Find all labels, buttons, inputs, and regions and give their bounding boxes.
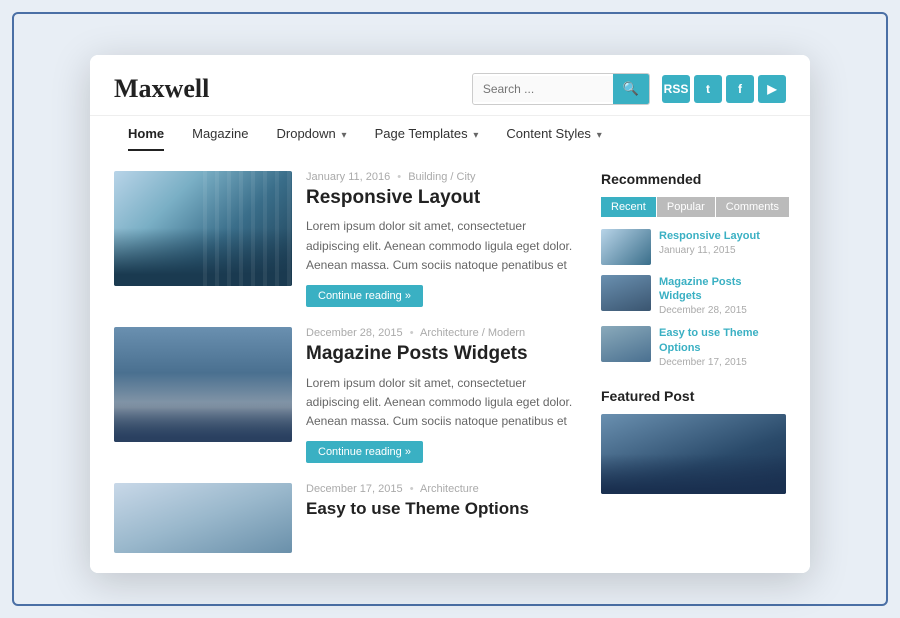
- search-input[interactable]: [473, 76, 613, 102]
- post-title-3: Easy to use Theme Options: [306, 499, 577, 519]
- meta-bullet-2: •: [410, 327, 414, 339]
- read-more-button-1[interactable]: Continue reading »: [306, 285, 423, 307]
- main-content: January 11, 2016 • Building / City Respo…: [90, 151, 810, 574]
- rec-title-1[interactable]: Responsive Layout: [659, 229, 760, 243]
- page-templates-arrow: ▾: [471, 130, 479, 141]
- rec-title-3[interactable]: Easy to use Theme Options: [659, 326, 786, 355]
- rec-thumb-1: [601, 229, 651, 265]
- posts-area: January 11, 2016 • Building / City Respo…: [114, 171, 601, 554]
- featured-section: Featured Post: [601, 388, 786, 494]
- post-card: January 11, 2016 • Building / City Respo…: [114, 171, 577, 307]
- read-more-button-2[interactable]: Continue reading »: [306, 441, 423, 463]
- post-info-1: January 11, 2016 • Building / City Respo…: [306, 171, 577, 307]
- rss-button[interactable]: RSS: [662, 75, 690, 103]
- featured-thumbnail: [601, 414, 786, 494]
- rec-date-3: December 17, 2015: [659, 357, 786, 368]
- rec-date-1: January 11, 2015: [659, 245, 760, 256]
- post-category-1: Building / City: [408, 171, 475, 183]
- post-info-2: December 28, 2015 • Architecture / Moder…: [306, 327, 577, 463]
- site-header: Maxwell 🔍 RSS t f ▶: [90, 55, 810, 115]
- rec-thumb-3: [601, 326, 651, 362]
- post-card-2: December 28, 2015 • Architecture / Moder…: [114, 327, 577, 463]
- search-button[interactable]: 🔍: [613, 74, 649, 104]
- nav-dropdown[interactable]: Dropdown ▾: [263, 116, 361, 151]
- post-title-1: Responsive Layout: [306, 187, 577, 210]
- rec-title-2[interactable]: Magazine Posts Widgets: [659, 275, 786, 304]
- rec-info-2: Magazine Posts Widgets December 28, 2015: [659, 275, 786, 317]
- rec-info-3: Easy to use Theme Options December 17, 2…: [659, 326, 786, 368]
- post-thumbnail-3: [114, 483, 292, 553]
- post-date-2: December 28, 2015: [306, 327, 403, 339]
- post-thumbnail-1: [114, 171, 292, 286]
- rec-tab-popular[interactable]: Popular: [657, 197, 715, 217]
- dropdown-arrow: ▾: [339, 130, 347, 141]
- site-logo: Maxwell: [114, 74, 209, 104]
- post-meta-2: December 28, 2015 • Architecture / Moder…: [306, 327, 577, 339]
- search-box: 🔍: [472, 73, 650, 105]
- facebook-button[interactable]: f: [726, 75, 754, 103]
- rec-item-1: Responsive Layout January 11, 2015: [601, 229, 786, 265]
- post-excerpt-2: Lorem ipsum dolor sit amet, consectetuer…: [306, 374, 577, 432]
- meta-bullet-3: •: [410, 483, 414, 495]
- youtube-button[interactable]: ▶: [758, 75, 786, 103]
- rec-tab-recent[interactable]: Recent: [601, 197, 656, 217]
- nav-page-templates[interactable]: Page Templates ▾: [361, 116, 493, 151]
- post-date-3: December 17, 2015: [306, 483, 403, 495]
- recommended-title: Recommended: [601, 171, 786, 187]
- post-meta-3: December 17, 2015 • Architecture: [306, 483, 577, 495]
- nav-magazine[interactable]: Magazine: [178, 116, 262, 151]
- rec-item-2: Magazine Posts Widgets December 28, 2015: [601, 275, 786, 317]
- site-nav: Home Magazine Dropdown ▾ Page Templates …: [90, 115, 810, 151]
- rec-date-2: December 28, 2015: [659, 305, 786, 316]
- nav-content-styles[interactable]: Content Styles ▾: [492, 116, 615, 151]
- rec-item-3: Easy to use Theme Options December 17, 2…: [601, 326, 786, 368]
- twitter-button[interactable]: t: [694, 75, 722, 103]
- featured-title: Featured Post: [601, 388, 786, 404]
- rec-thumb-2: [601, 275, 651, 311]
- recommended-section: Recommended Recent Popular Comments Resp…: [601, 171, 786, 368]
- post-info-3: December 17, 2015 • Architecture Easy to…: [306, 483, 577, 527]
- sidebar: Recommended Recent Popular Comments Resp…: [601, 171, 786, 554]
- recommended-tabs: Recent Popular Comments: [601, 197, 786, 217]
- post-card-3: December 17, 2015 • Architecture Easy to…: [114, 483, 577, 553]
- browser-card: Maxwell 🔍 RSS t f ▶ Home Magazine Dropdo…: [90, 55, 810, 574]
- social-icons: RSS t f ▶: [662, 75, 786, 103]
- rec-info-1: Responsive Layout January 11, 2015: [659, 229, 760, 256]
- post-title-2: Magazine Posts Widgets: [306, 343, 577, 366]
- post-thumbnail-2: [114, 327, 292, 442]
- rec-tab-comments[interactable]: Comments: [716, 197, 789, 217]
- header-right: 🔍 RSS t f ▶: [472, 73, 786, 105]
- post-meta-1: January 11, 2016 • Building / City: [306, 171, 577, 183]
- post-category-2: Architecture / Modern: [420, 327, 525, 339]
- nav-home[interactable]: Home: [114, 116, 178, 151]
- post-excerpt-1: Lorem ipsum dolor sit amet, consectetuer…: [306, 217, 577, 275]
- content-styles-arrow: ▾: [594, 130, 602, 141]
- meta-bullet-1: •: [397, 171, 401, 183]
- post-date-1: January 11, 2016: [306, 171, 390, 183]
- post-category-3: Architecture: [420, 483, 479, 495]
